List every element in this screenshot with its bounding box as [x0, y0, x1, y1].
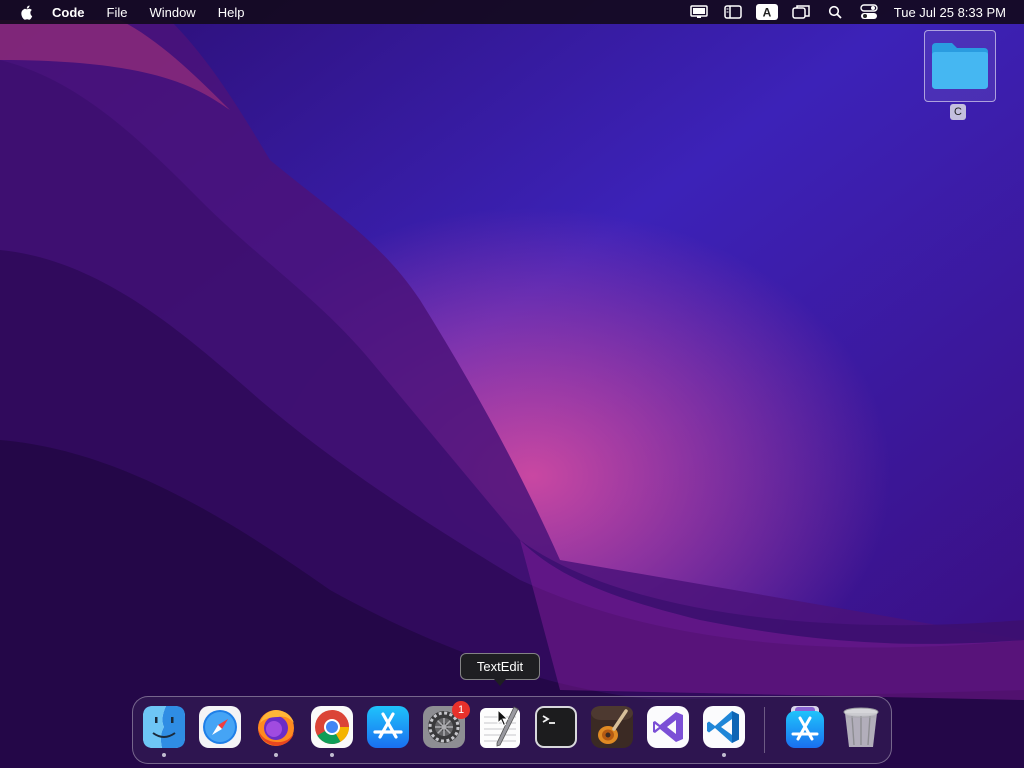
firefox-icon — [258, 710, 294, 746]
display-icon[interactable] — [688, 3, 710, 21]
screen-mirroring-icon[interactable] — [790, 3, 812, 21]
running-indicator — [722, 753, 726, 757]
menu-app-name[interactable]: Code — [52, 5, 85, 20]
menu-clock[interactable]: Tue Jul 25 8:33 PM — [894, 5, 1006, 20]
running-indicator — [330, 753, 334, 757]
dock-item-terminal[interactable] — [534, 705, 578, 749]
menu-window[interactable]: Window — [149, 5, 195, 20]
menu-help[interactable]: Help — [218, 5, 245, 20]
dock-item-system-settings[interactable]: 1 — [422, 701, 470, 749]
dock-item-firefox[interactable] — [254, 705, 298, 757]
sidebar-icon[interactable] — [722, 3, 744, 21]
mouse-cursor — [497, 709, 509, 727]
input-source-icon[interactable]: A — [755, 3, 778, 21]
menu-bar: Code File Window Help A Tue Jul 25 8:33 … — [0, 0, 1024, 24]
search-icon[interactable] — [824, 3, 846, 21]
apple-logo-icon[interactable] — [18, 3, 36, 21]
running-indicator — [162, 753, 166, 757]
folder-icon — [932, 43, 988, 89]
dock-tooltip: TextEdit — [460, 653, 540, 686]
dock-item-safari[interactable] — [198, 705, 242, 749]
tooltip-arrow — [494, 679, 506, 686]
vscode-icon — [703, 706, 745, 748]
dock-item-trash[interactable] — [839, 705, 883, 749]
terminal-icon — [535, 706, 577, 748]
desktop-folder-label: C — [950, 104, 966, 120]
finder-icon — [143, 706, 185, 748]
safari-icon — [199, 706, 241, 748]
status-area: A Tue Jul 25 8:33 PM — [676, 0, 1024, 24]
input-source-label: A — [762, 6, 771, 20]
dock-item-chrome[interactable] — [310, 705, 354, 757]
desktop-folder-c[interactable] — [924, 30, 996, 102]
menu-file[interactable]: File — [107, 5, 128, 20]
dock-item-garageband[interactable] — [590, 705, 634, 749]
trash-icon — [843, 707, 879, 747]
dock-item-app-store[interactable] — [366, 705, 410, 749]
dock-separator — [764, 707, 765, 753]
tooltip-text: TextEdit — [476, 659, 524, 674]
visual-studio-icon — [647, 706, 689, 748]
dock-item-downloads[interactable] — [783, 705, 827, 749]
dock-item-finder[interactable] — [142, 705, 186, 757]
dock: 1 — [132, 696, 892, 764]
dock-item-vscode[interactable] — [702, 705, 746, 757]
garageband-icon — [591, 706, 633, 748]
notification-badge: 1 — [452, 701, 470, 719]
dock-item-visual-studio[interactable] — [646, 705, 690, 749]
control-center-icon[interactable] — [858, 3, 880, 21]
downloads-stack-icon — [786, 706, 824, 748]
running-indicator — [274, 753, 278, 757]
chrome-icon — [311, 706, 353, 748]
app-store-icon — [367, 706, 409, 748]
